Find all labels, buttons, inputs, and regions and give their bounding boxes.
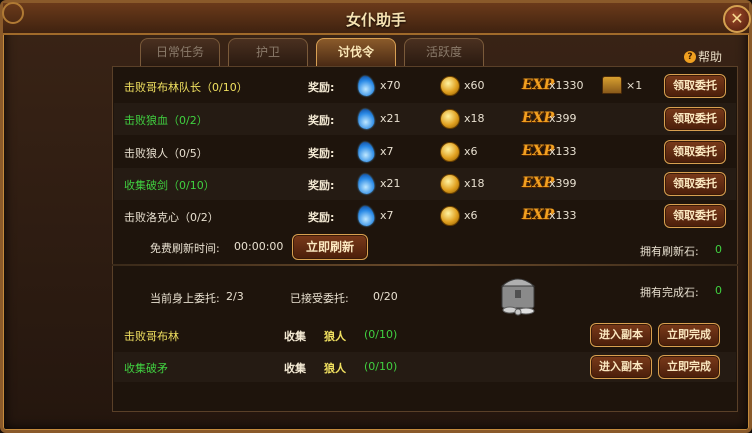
refresh-now-button[interactable]: 立即刷新: [292, 234, 368, 260]
accepted-task-target: 狼人: [324, 330, 346, 343]
water-drop-icon: [356, 172, 376, 196]
tab-punitive-order[interactable]: 讨伐令: [316, 38, 396, 66]
free-refresh-time: 00:00:00: [234, 240, 284, 253]
complete-now-button[interactable]: 立即完成: [658, 355, 720, 379]
coin-amount: x6: [464, 209, 478, 222]
task-row: 击败狼人（0/5） 奖励: x7 x6 EXP x133 领取委托: [114, 136, 736, 168]
window-title: 女仆助手: [345, 11, 406, 29]
water-drop-icon: [356, 107, 376, 131]
task-name: 击败洛克心（0/2）: [124, 211, 219, 224]
enter-dungeon-button[interactable]: 进入副本: [590, 323, 652, 347]
refresh-stones-value: 0: [715, 243, 722, 256]
task-name: 收集破剑（0/10）: [124, 179, 215, 192]
coin-amount: x18: [464, 177, 485, 190]
claim-task-button[interactable]: 领取委托: [664, 74, 726, 98]
tab-daily-tasks[interactable]: 日常任务: [140, 38, 220, 66]
claim-task-button[interactable]: 领取委托: [664, 107, 726, 131]
water-amount: x21: [380, 177, 401, 190]
exp-amount: x133: [549, 209, 577, 222]
gold-coin-icon: [440, 76, 460, 96]
accepted-task-progress: (0/10): [364, 328, 398, 341]
chest-amount: ×1: [626, 79, 643, 92]
task-name: 击败哥布林队长（0/10）: [124, 81, 248, 94]
coin-amount: x6: [464, 145, 478, 158]
reward-label: 奖励:: [308, 114, 335, 127]
gold-coin-icon: [440, 109, 460, 129]
exp-amount: x133: [549, 145, 577, 158]
water-drop-icon: [356, 74, 376, 98]
refresh-stones-label: 拥有刷新石:: [640, 245, 699, 258]
task-row: 击败洛克心（0/2） 奖励: x7 x6 EXP x133 领取委托: [114, 200, 736, 232]
claim-task-button[interactable]: 领取委托: [664, 204, 726, 228]
task-row: 击败哥布林队长（0/10） 奖励: x70 x60 EXP x1330 ×1 领…: [114, 70, 736, 102]
ornament-icon: [2, 2, 24, 24]
exp-amount: x399: [549, 177, 577, 190]
task-name: 击败狼人（0/5）: [124, 147, 208, 160]
treasure-chest-icon: [500, 278, 536, 316]
question-icon: ?: [684, 50, 696, 63]
close-icon: ✕: [730, 9, 744, 28]
gold-coin-icon: [440, 206, 460, 226]
coin-amount: x18: [464, 112, 485, 125]
accepted-tasks-label: 已接受委托:: [290, 292, 349, 305]
tab-escort[interactable]: 护卫: [228, 38, 308, 66]
claim-task-button[interactable]: 领取委托: [664, 140, 726, 164]
coin-amount: x60: [464, 79, 485, 92]
water-drop-icon: [356, 204, 376, 228]
help-link[interactable]: ? 帮助: [684, 48, 722, 65]
current-tasks-value: 2/3: [226, 290, 244, 303]
accepted-task-name: 收集破矛: [124, 362, 168, 375]
accepted-tasks-value: 0/20: [373, 290, 398, 303]
exp-amount: x1330: [549, 79, 584, 92]
claim-task-button[interactable]: 领取委托: [664, 172, 726, 196]
water-amount: x7: [380, 209, 394, 222]
reward-label: 奖励:: [308, 211, 335, 224]
tab-activity[interactable]: 活跃度: [404, 38, 484, 66]
complete-stones-value: 0: [715, 284, 722, 297]
task-name: 击败狼血（0/2）: [124, 114, 208, 127]
reward-label: 奖励:: [308, 81, 335, 94]
accepted-task-progress: (0/10): [364, 360, 398, 373]
task-row: 收集破剑（0/10） 奖励: x21 x18 EXP x399 领取委托: [114, 168, 736, 200]
accepted-task-row: 收集破矛 收集 狼人 (0/10) 进入副本 立即完成: [114, 352, 736, 382]
accepted-task-row: 击败哥布林 收集 狼人 (0/10) 进入副本 立即完成: [114, 320, 736, 350]
accepted-task-target: 狼人: [324, 362, 346, 375]
current-tasks-label: 当前身上委托:: [150, 292, 220, 305]
reward-label: 奖励:: [308, 147, 335, 160]
water-amount: x21: [380, 112, 401, 125]
accepted-task-action: 收集: [284, 330, 306, 343]
help-label: 帮助: [698, 50, 723, 64]
gold-coin-icon: [440, 174, 460, 194]
gold-coin-icon: [440, 142, 460, 162]
water-drop-icon: [356, 140, 376, 164]
section-divider: [112, 264, 738, 266]
water-amount: x7: [380, 145, 394, 158]
water-amount: x70: [380, 79, 401, 92]
chest-icon: [602, 76, 622, 94]
accepted-task-action: 收集: [284, 362, 306, 375]
reward-label: 奖励:: [308, 179, 335, 192]
accepted-task-name: 击败哥布林: [124, 330, 179, 343]
complete-stones-label: 拥有完成石:: [640, 286, 699, 299]
task-row: 击败狼血（0/2） 奖励: x21 x18 EXP x399 领取委托: [114, 103, 736, 135]
enter-dungeon-button[interactable]: 进入副本: [590, 355, 652, 379]
complete-now-button[interactable]: 立即完成: [658, 323, 720, 347]
title-bar: 女仆助手: [3, 3, 749, 35]
exp-amount: x399: [549, 112, 577, 125]
free-refresh-label: 免费刷新时间:: [150, 242, 220, 255]
close-button[interactable]: ✕: [723, 5, 751, 33]
